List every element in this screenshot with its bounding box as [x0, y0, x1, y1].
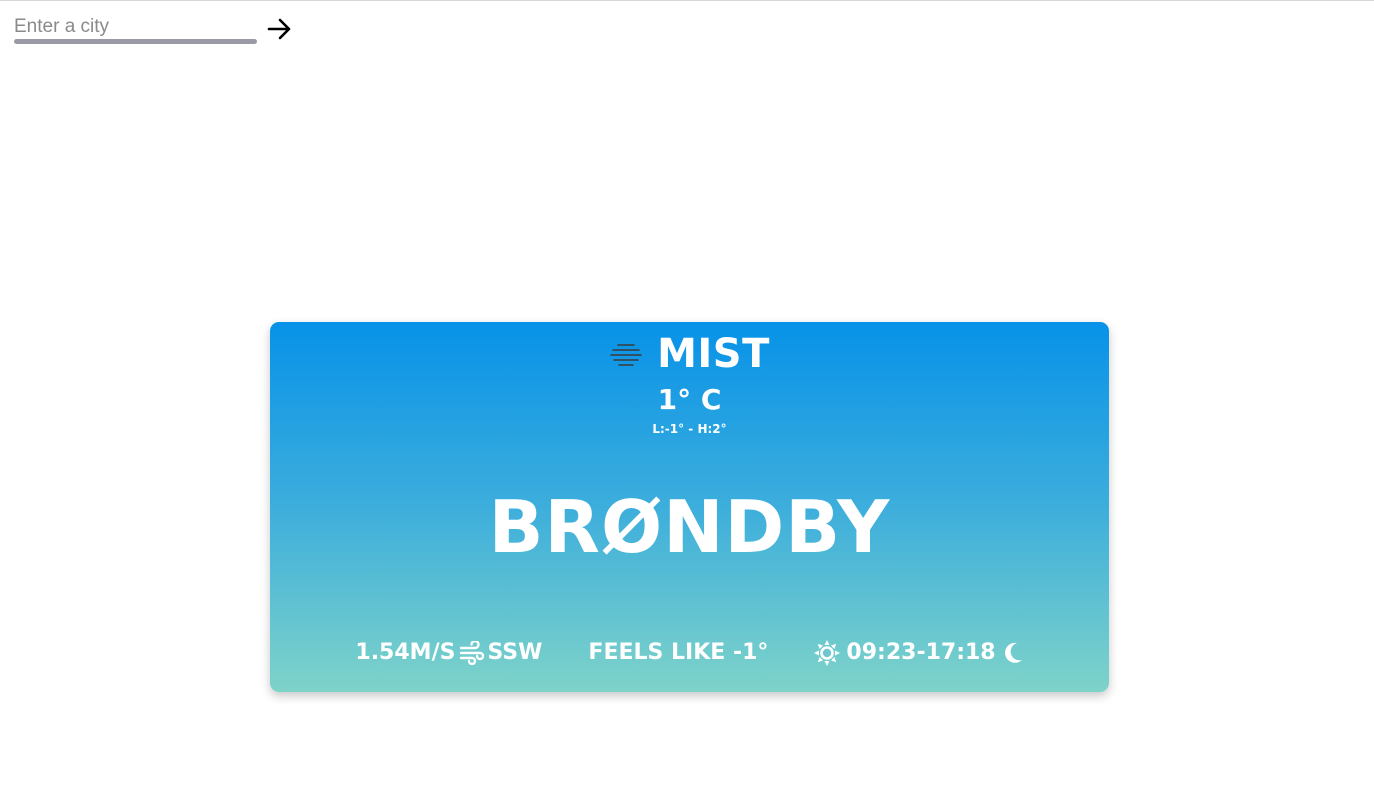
feels-like-group: FEELS LIKE -1° [588, 638, 768, 668]
search-field-wrap [14, 14, 257, 44]
condition-row: MIST [270, 332, 1109, 376]
weather-card: MIST 1° C L:-1° - H:2° BRØNDBY 1.54M/S S… [270, 322, 1109, 692]
low-high-range: L:-1° - H:2° [652, 422, 727, 436]
condition-label: MIST [657, 331, 770, 377]
wind-direction: SSW [487, 640, 543, 665]
details-row: 1.54M/S SSW FEELS LIKE -1° 09:23-17:18 [270, 638, 1109, 668]
top-divider [0, 0, 1374, 1]
sun-times-group: 09:23-17:18 [814, 638, 1023, 668]
mist-icon [610, 344, 642, 366]
temperature: 1° C [657, 383, 722, 416]
wind-group: 1.54M/S SSW [355, 638, 542, 668]
search-bar [14, 14, 295, 44]
moon-icon [1004, 642, 1022, 663]
city-name: BRØNDBY [488, 485, 891, 569]
search-submit-button[interactable] [265, 14, 295, 44]
arrow-right-icon [267, 18, 291, 40]
wind-icon [460, 641, 485, 665]
wind-speed: 1.54M/S [355, 640, 456, 665]
city-search-input[interactable] [14, 14, 257, 40]
search-underline [14, 39, 257, 44]
sun-icon [814, 640, 841, 666]
sun-times: 09:23-17:18 [846, 640, 996, 665]
feels-like: FEELS LIKE -1° [588, 640, 769, 665]
